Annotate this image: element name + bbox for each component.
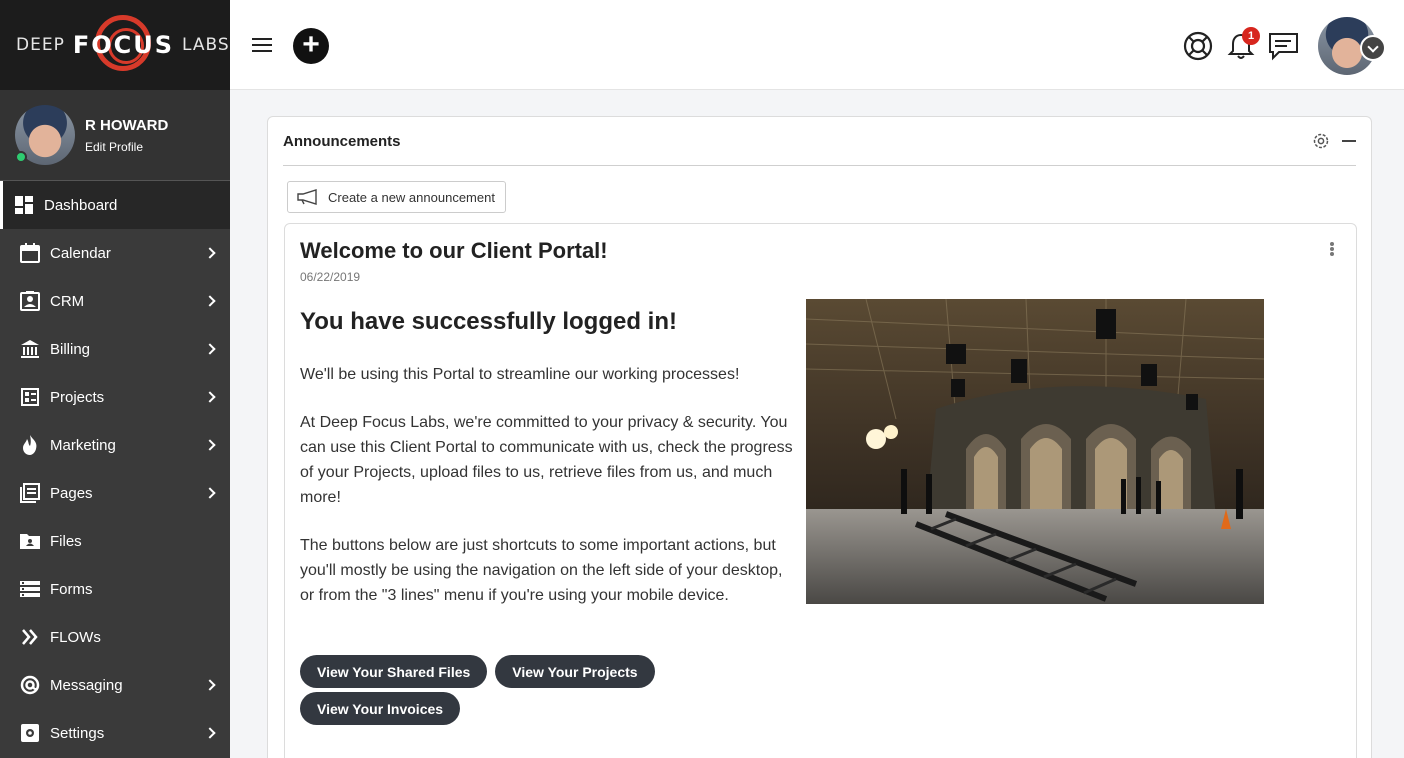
sidebar-item-label: Projects (50, 388, 105, 406)
sidebar-item-crm[interactable]: CRM (0, 277, 230, 325)
chevron-right-icon (204, 727, 216, 739)
flame-icon (20, 435, 40, 455)
post-paragraph: We'll be using this Portal to streamline… (300, 366, 740, 383)
project-list-icon (20, 387, 40, 407)
post-title: Welcome to our Client Portal! (300, 238, 608, 263)
sidebar-item-projects[interactable]: Projects (0, 373, 230, 421)
post-paragraph: The buttons below are just shortcuts to … (300, 537, 783, 604)
sidebar-item-label: Dashboard (44, 196, 118, 214)
megaphone-icon (297, 189, 317, 205)
forms-icon (20, 579, 40, 599)
calendar-icon (20, 243, 40, 263)
sidebar-item-files[interactable]: Files (0, 517, 230, 565)
more-options-icon[interactable] (1330, 242, 1334, 256)
sidebar-item-label: Billing (50, 340, 91, 358)
sidebar-item-label: FLOWs (50, 628, 101, 646)
double-chevron-icon (20, 627, 40, 647)
panel-header: Announcements (283, 117, 1356, 166)
avatar[interactable] (15, 105, 75, 165)
contact-card-icon (20, 291, 40, 311)
shortcut-buttons-row-2: View Your Invoices (300, 692, 461, 725)
chevron-right-icon (204, 391, 216, 403)
sidebar-item-settings[interactable]: Settings (0, 709, 230, 757)
at-sign-icon (20, 675, 40, 695)
profile-name: R HOWARD (85, 116, 169, 134)
film-set-photo (806, 299, 1264, 604)
chevron-down-icon[interactable] (1360, 35, 1386, 61)
sidebar-profile: R HOWARD Edit Profile (0, 90, 230, 181)
online-status-dot (15, 151, 27, 163)
post-heading: You have successfully logged in! (300, 308, 677, 335)
sidebar-item-label: Files (50, 532, 82, 550)
sidebar-nav: Dashboard Calendar CRM Billing Projects … (0, 181, 230, 757)
chevron-right-icon (204, 679, 216, 691)
sidebar-item-calendar[interactable]: Calendar (0, 229, 230, 277)
logo-area: DEEP FOCUS LABS (0, 0, 230, 90)
logo-text-labs: LABS (182, 35, 230, 55)
collapse-minus-icon[interactable] (1342, 140, 1356, 142)
sidebar-item-dashboard[interactable]: Dashboard (0, 181, 230, 229)
sidebar-item-label: Settings (50, 724, 105, 742)
post-body: We'll be using this Portal to streamline… (300, 362, 795, 631)
sidebar-item-marketing[interactable]: Marketing (0, 421, 230, 469)
post-paragraph: At Deep Focus Labs, we're committed to y… (300, 414, 793, 506)
chevron-right-icon (204, 439, 216, 451)
sidebar-item-pages[interactable]: Pages (0, 469, 230, 517)
topbar: + 1 (230, 0, 1404, 90)
chevron-right-icon (204, 487, 216, 499)
sidebar-item-messaging[interactable]: Messaging (0, 661, 230, 709)
help-lifebuoy-icon[interactable] (1182, 30, 1214, 62)
chevron-right-icon (204, 295, 216, 307)
create-announcement-label: Create a new announcement (328, 189, 495, 205)
dashboard-icon (14, 195, 34, 215)
edit-profile-link[interactable]: Edit Profile (85, 140, 168, 154)
bank-icon (20, 339, 40, 359)
logo-text-deep: DEEP (16, 35, 65, 55)
sidebar-item-flows[interactable]: FLOWs (0, 613, 230, 661)
shortcut-buttons: View Your Shared Files View Your Project… (300, 655, 655, 688)
sidebar: DEEP FOCUS LABS R HOWARD Edit Profile Da… (0, 0, 230, 758)
announcements-panel: Announcements Create a new announcement … (267, 116, 1372, 758)
sidebar-item-label: Calendar (50, 244, 111, 262)
chevron-right-icon (204, 343, 216, 355)
view-invoices-button[interactable]: View Your Invoices (300, 692, 461, 725)
sidebar-item-label: Pages (50, 484, 93, 502)
announcement-post: Welcome to our Client Portal! 06/22/2019… (284, 223, 1357, 758)
settings-icon (20, 723, 40, 743)
sidebar-item-forms[interactable]: Forms (0, 565, 230, 613)
sidebar-item-label: Marketing (50, 436, 116, 454)
messages-chat-icon[interactable] (1267, 30, 1299, 62)
sidebar-item-billing[interactable]: Billing (0, 325, 230, 373)
create-announcement-button[interactable]: Create a new announcement (287, 181, 506, 213)
notification-count-badge: 1 (1242, 27, 1260, 45)
view-shared-files-button[interactable]: View Your Shared Files (300, 655, 488, 688)
gear-icon[interactable] (1312, 132, 1330, 150)
chevron-right-icon (204, 247, 216, 259)
folder-icon (20, 531, 40, 551)
pages-icon (20, 483, 40, 503)
post-date: 06/22/2019 (300, 270, 361, 284)
panel-title: Announcements (283, 132, 401, 150)
sidebar-item-label: Forms (50, 580, 93, 598)
hamburger-menu-icon[interactable] (252, 38, 272, 52)
sidebar-item-label: Messaging (50, 676, 123, 694)
sidebar-item-label: CRM (50, 292, 85, 310)
add-new-button[interactable]: + (293, 28, 329, 64)
view-projects-button[interactable]: View Your Projects (495, 655, 655, 688)
brand-logo[interactable]: DEEP FOCUS LABS (16, 15, 230, 71)
logo-text-focus: FOCUS (73, 15, 174, 71)
notifications-bell-icon[interactable]: 1 (1225, 27, 1260, 62)
